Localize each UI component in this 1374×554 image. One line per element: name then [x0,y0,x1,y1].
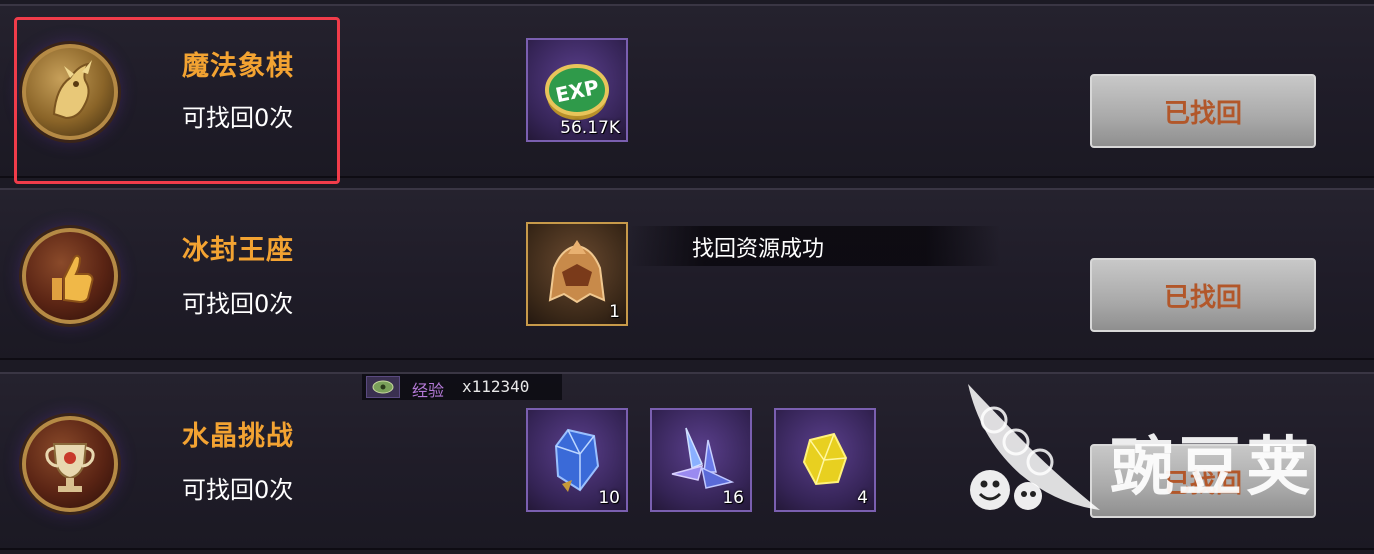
trophy-medal-icon [22,416,118,512]
retrieve-count: 可找回0次 [182,290,294,318]
exp-value: x112340 [462,377,530,396]
retrieve-row-frozen-throne: 冰封王座 可找回0次 1 已找回 [0,188,1374,360]
reward-item-exp[interactable]: EXP 56.17K [526,38,628,142]
activity-title: 冰封王座 [182,235,294,266]
exp-eye-icon [366,376,400,398]
toast-message: 找回资源成功 [692,237,825,262]
item-quantity: 16 [722,488,744,508]
item-quantity: 10 [598,488,620,508]
reward-item-helmet[interactable]: 1 [526,222,628,326]
retrieved-button[interactable]: 已找回 [1090,74,1316,148]
thumbs-up-medal-icon [22,228,118,324]
item-quantity: 56.17K [560,118,620,138]
watermark-text: 豌豆荚 [1110,431,1314,505]
retrieve-count: 可找回0次 [182,476,294,504]
item-quantity: 1 [609,302,620,322]
reward-item-yellow-crystal[interactable]: 4 [774,408,876,512]
highlight-box [14,17,340,184]
reward-item-purple-crystals[interactable]: 16 [650,408,752,512]
retrieved-button[interactable]: 已找回 [1090,258,1316,332]
exp-label: 经验 [412,381,445,400]
item-quantity: 4 [857,488,868,508]
activity-title: 水晶挑战 [182,421,294,452]
reward-item-blue-crystal[interactable]: 10 [526,408,628,512]
